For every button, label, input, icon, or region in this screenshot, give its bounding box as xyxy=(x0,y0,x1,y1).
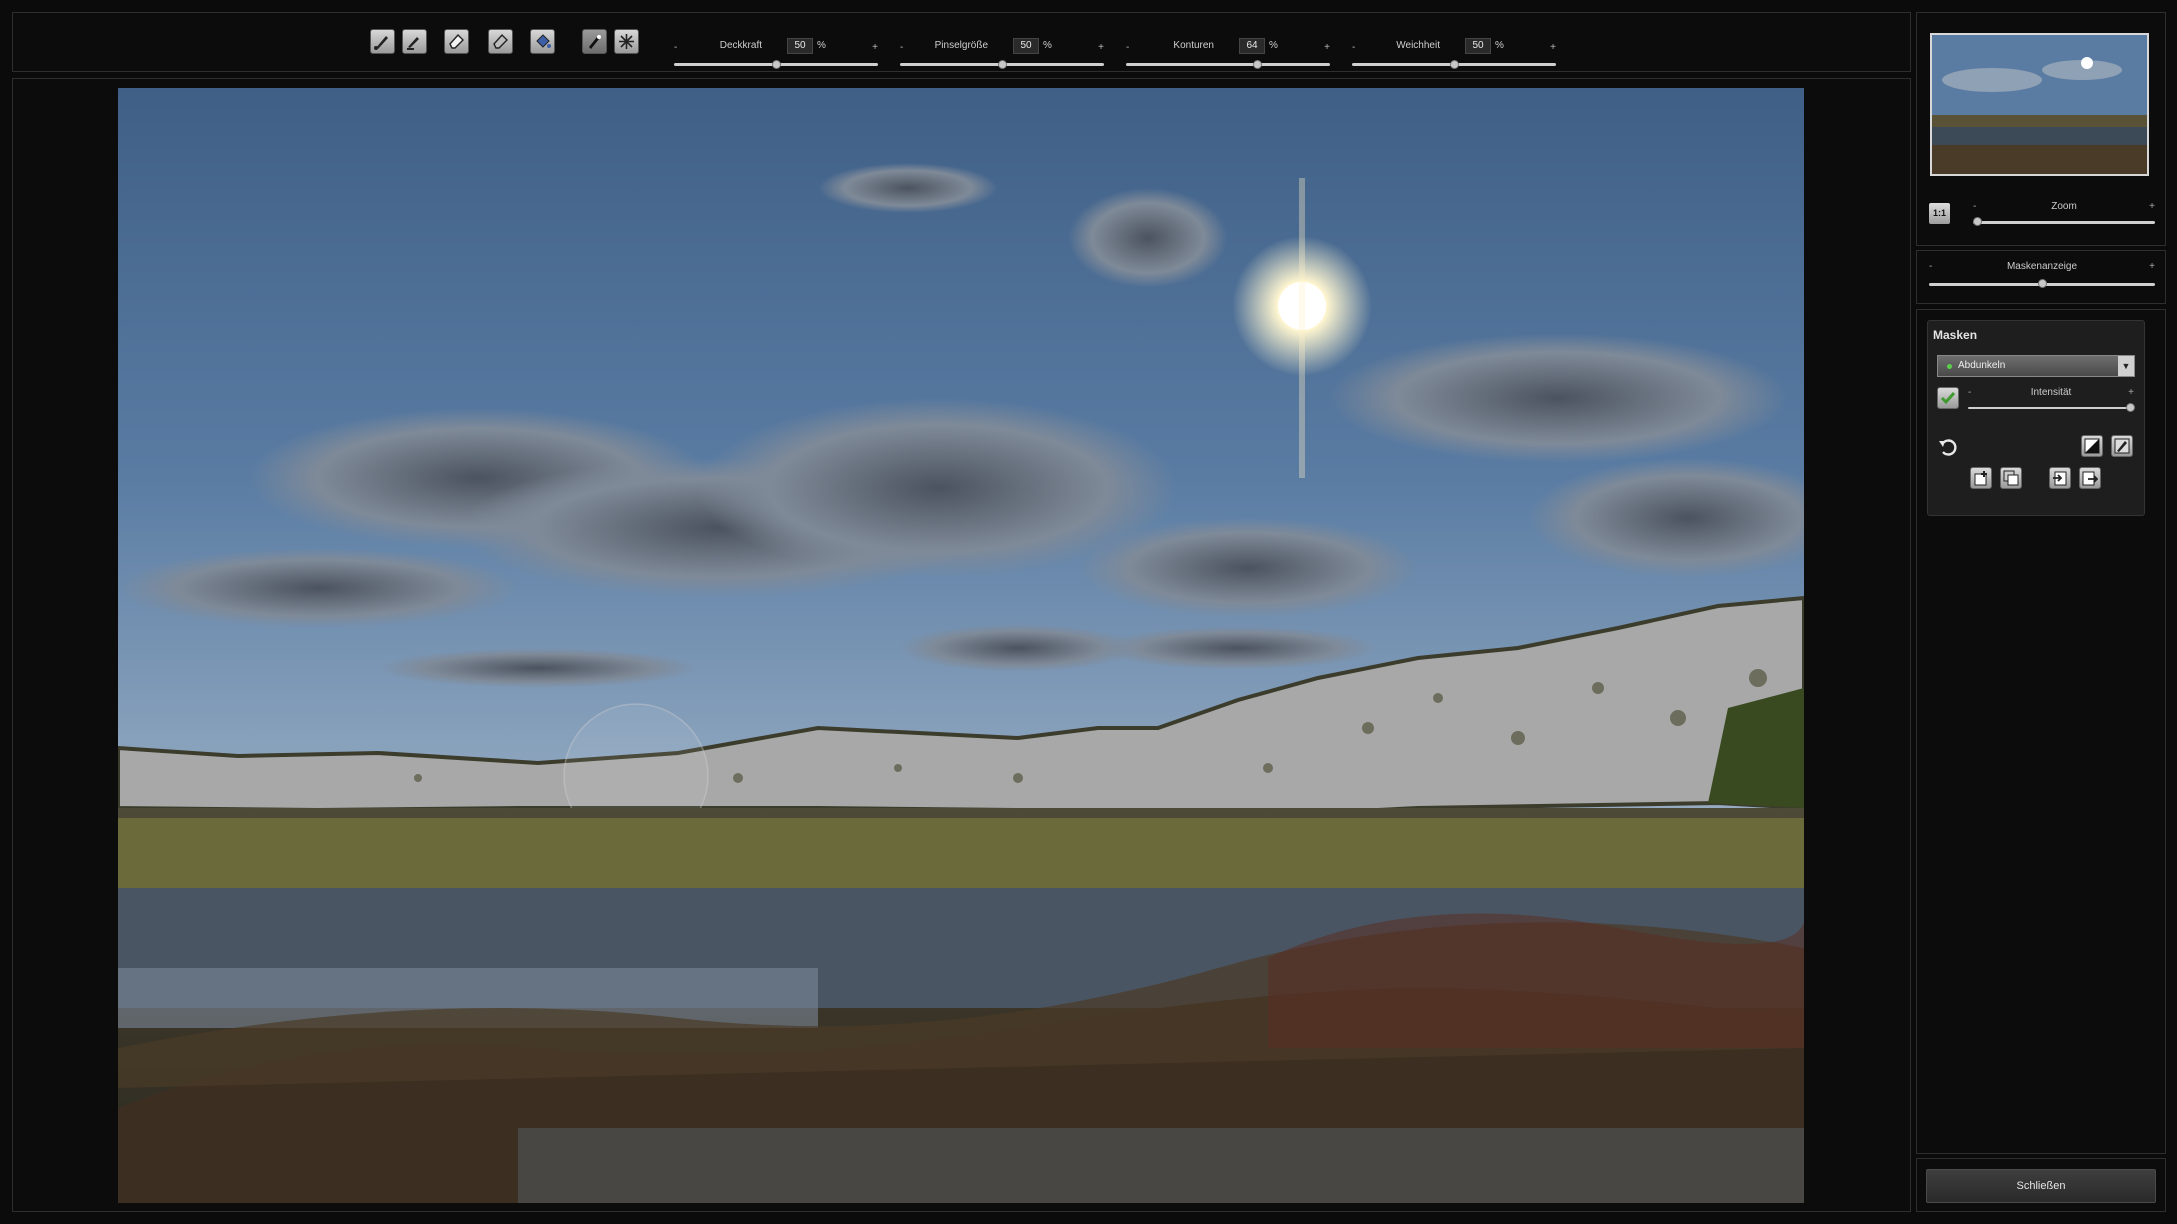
toolbar: - Deckkraft 50 % + - Pinselgröße 50 % + … xyxy=(12,12,1911,72)
brush-size-unit: % xyxy=(1043,40,1052,51)
brush-size-label: Pinselgröße xyxy=(934,40,988,51)
edit-mask-icon xyxy=(2114,438,2130,454)
undo-icon xyxy=(1939,439,1957,456)
mask-enabled-toggle[interactable] xyxy=(1937,387,1959,409)
new-mask-button[interactable] xyxy=(1970,467,1992,489)
contours-unit: % xyxy=(1269,40,1278,51)
checkmark-icon xyxy=(1940,392,1956,405)
brush-erase-tool-button[interactable] xyxy=(402,29,427,54)
invert-icon xyxy=(2084,438,2100,454)
brush-size-minus[interactable]: - xyxy=(900,42,903,53)
contours-knob[interactable] xyxy=(1252,60,1262,69)
duplicate-mask-button[interactable] xyxy=(2000,467,2022,489)
chevron-down-icon[interactable]: ▼ xyxy=(2118,356,2134,376)
softness-knob[interactable] xyxy=(1450,60,1459,69)
brush-size-value[interactable]: 50 xyxy=(1013,38,1039,54)
mask-display-slider[interactable]: - Maskenanzeige + xyxy=(1929,261,2155,295)
import-mask-button[interactable] xyxy=(2049,467,2071,489)
duplicate-mask-icon xyxy=(2003,470,2019,486)
navigator-panel: 1:1 - Zoom + xyxy=(1916,12,2166,246)
export-mask-button[interactable] xyxy=(2079,467,2101,489)
opacity-unit: % xyxy=(817,40,826,51)
close-button[interactable]: Schließen xyxy=(1926,1169,2156,1203)
undo-button[interactable] xyxy=(1937,435,1961,459)
softness-minus[interactable]: - xyxy=(1352,42,1355,53)
opacity-knob[interactable] xyxy=(772,60,781,69)
brush-size-slider[interactable]: - Pinselgröße 50 % + xyxy=(900,37,1104,71)
export-mask-icon xyxy=(2082,471,2098,486)
magic-brush-icon xyxy=(589,35,601,49)
navigator-preview[interactable] xyxy=(1930,33,2149,176)
mask-select-value: Abdunkeln xyxy=(1958,360,2006,371)
zoom-one-to-one-button[interactable]: 1:1 xyxy=(1929,203,1950,224)
intensity-track[interactable] xyxy=(1968,407,2134,409)
intensity-label: Intensität xyxy=(2030,387,2072,398)
mask-display-label: Maskenanzeige xyxy=(2006,261,2078,272)
landscape-photo xyxy=(118,88,1804,1203)
contours-track[interactable] xyxy=(1126,63,1330,66)
new-mask-icon xyxy=(1974,471,1987,486)
opacity-minus[interactable]: - xyxy=(674,42,677,53)
masks-title: Masken xyxy=(1933,328,1978,342)
zoom-slider[interactable]: - Zoom + xyxy=(1973,201,2155,231)
invert-mask-button[interactable] xyxy=(2081,435,2103,457)
masks-panel: Masken Abdunkeln ▼ - Intensität + xyxy=(1916,309,2166,1154)
import-mask-icon xyxy=(2053,471,2067,486)
contours-value[interactable]: 64 xyxy=(1239,38,1265,54)
brush-erase-icon xyxy=(407,37,419,50)
eraser-icon xyxy=(449,33,464,49)
footer-panel: Schließen xyxy=(1916,1158,2166,1212)
fill-bucket-icon xyxy=(536,34,551,48)
contours-plus[interactable]: + xyxy=(1324,42,1330,53)
intensity-knob[interactable] xyxy=(2126,403,2135,412)
intensity-slider[interactable]: - Intensität + xyxy=(1968,387,2135,417)
mask-display-knob[interactable] xyxy=(2038,279,2047,288)
contours-label: Konturen xyxy=(1173,40,1214,51)
contours-minus[interactable]: - xyxy=(1126,42,1129,53)
magic-wand-tool-button[interactable] xyxy=(614,29,639,54)
mask-display-plus[interactable]: + xyxy=(2149,261,2155,272)
photo-canvas[interactable] xyxy=(118,88,1804,1203)
masks-box: Masken Abdunkeln ▼ - Intensität + xyxy=(1927,320,2145,516)
opacity-plus[interactable]: + xyxy=(872,42,878,53)
brush-size-plus[interactable]: + xyxy=(1098,42,1104,53)
mask-select[interactable]: Abdunkeln ▼ xyxy=(1937,355,2135,377)
mask-display-panel: - Maskenanzeige + xyxy=(1916,250,2166,304)
softness-unit: % xyxy=(1495,40,1504,51)
intensity-plus[interactable]: + xyxy=(2128,387,2134,398)
magic-brush-tool-button[interactable] xyxy=(582,29,607,54)
softness-value[interactable]: 50 xyxy=(1465,38,1491,54)
magic-wand-icon xyxy=(619,34,634,49)
fill-tool-button[interactable] xyxy=(530,29,555,54)
softness-plus[interactable]: + xyxy=(1550,42,1556,53)
opacity-label: Deckkraft xyxy=(719,40,762,51)
zoom-label: Zoom xyxy=(2051,201,2077,212)
mask-settings-button[interactable] xyxy=(2111,435,2133,457)
opacity-slider[interactable]: - Deckkraft 50 % + xyxy=(674,37,878,71)
opacity-value[interactable]: 50 xyxy=(787,38,813,54)
eraser-soft-icon xyxy=(493,33,508,49)
softness-slider[interactable]: - Weichheit 50 % + xyxy=(1352,37,1556,71)
eraser-tool-button[interactable] xyxy=(444,29,469,54)
contours-slider[interactable]: - Konturen 64 % + xyxy=(1126,37,1330,71)
mask-color-dot xyxy=(1947,364,1952,369)
softness-label: Weichheit xyxy=(1396,40,1440,51)
eraser-soft-tool-button[interactable] xyxy=(488,29,513,54)
zoom-knob[interactable] xyxy=(1973,217,1982,226)
brush-icon xyxy=(374,36,388,50)
zoom-track[interactable] xyxy=(1973,221,2155,224)
brush-tool-button[interactable] xyxy=(370,29,395,54)
zoom-plus[interactable]: + xyxy=(2149,201,2155,212)
brush-size-knob[interactable] xyxy=(998,60,1007,69)
navigator-thumbnail xyxy=(1932,35,2147,174)
